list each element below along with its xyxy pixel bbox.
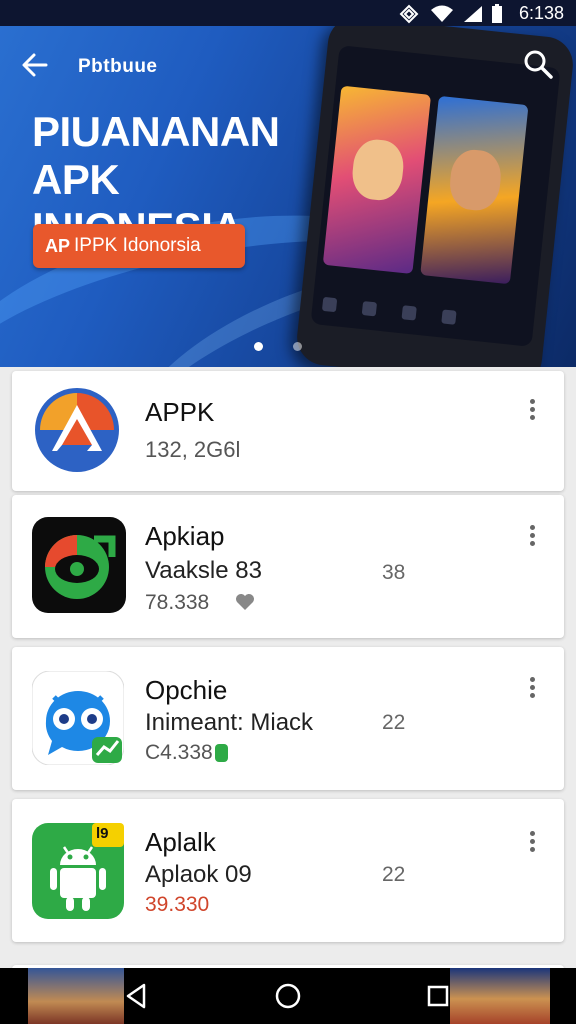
search-icon[interactable] <box>522 48 554 80</box>
nav-back-icon[interactable] <box>120 980 152 1012</box>
list-item[interactable]: APPK 132, 2G6l <box>12 371 564 491</box>
app-name: Apkiap <box>145 521 225 551</box>
nav-home-icon[interactable] <box>272 980 304 1012</box>
app-count: 22 <box>382 711 406 734</box>
app-name: Opchie <box>145 675 228 705</box>
app-downloads: C4.338 <box>145 741 213 764</box>
hero-banner[interactable]: Pbtbuue PIUANANAN APK INIONESIA AP IPPK … <box>0 26 576 367</box>
app-price: 39.330 <box>145 893 210 916</box>
nav-recents-icon[interactable] <box>422 980 454 1012</box>
more-options-icon[interactable] <box>526 399 538 425</box>
list-item[interactable]: Apkiap Vaaksle 83 78.338 38 <box>12 495 564 638</box>
game-poster <box>322 85 432 275</box>
app-subtitle: Vaaksle 83 <box>145 557 262 584</box>
phone-tab-row <box>321 296 524 338</box>
triangle-logo-icon <box>35 388 119 472</box>
cta-button[interactable]: AP IPPK Idonorsia <box>33 224 245 268</box>
more-options-icon[interactable] <box>526 831 538 857</box>
app-badge: l9 <box>96 825 109 842</box>
app-name: APPK <box>145 397 215 427</box>
android-robot-icon <box>32 823 124 919</box>
system-navigation-bar <box>0 968 576 1024</box>
cta-label: IPPK Idonorsia <box>74 235 201 256</box>
carousel-dot-active[interactable] <box>254 342 263 351</box>
more-options-icon[interactable] <box>526 525 538 551</box>
back-arrow-icon[interactable] <box>20 50 50 80</box>
hero-title-line: PIUANANAN <box>32 108 280 155</box>
app-subtitle: Inimeant: Miack <box>145 709 314 736</box>
list-item[interactable]: Opchie Inimeant: Miack C4.338 22 <box>12 647 564 790</box>
app-count: 38 <box>382 561 406 584</box>
battery-icon <box>492 4 502 23</box>
clock: 6:138 <box>518 3 564 23</box>
status-bar: 6:138 <box>0 0 576 26</box>
peek-image <box>28 968 124 1024</box>
signal-icon <box>464 6 482 22</box>
heart-icon <box>236 594 254 610</box>
green-eye-icon <box>32 517 126 613</box>
app-count: 22 <box>382 863 406 886</box>
blue-owl-icon <box>32 671 124 765</box>
brand-logo-text: Pbtbuue <box>78 56 158 77</box>
carousel-indicator[interactable] <box>254 338 332 356</box>
wifi-icon <box>431 5 453 22</box>
phone-screen <box>310 45 561 347</box>
app-name: Aplalk <box>145 827 216 857</box>
app-subtitle: Aplaok 09 <box>145 861 252 888</box>
cta-logo-icon: AP <box>45 235 71 256</box>
app-downloads: 78.338 <box>145 591 210 614</box>
nfc-icon <box>399 4 419 24</box>
carousel-dot[interactable] <box>293 342 302 351</box>
app-downloads: 132, 2G6l <box>145 437 241 462</box>
more-options-icon[interactable] <box>526 677 538 703</box>
verified-badge-icon <box>215 744 228 762</box>
list-item[interactable]: l9 Aplalk Aplaok 09 39.330 22 <box>12 799 564 942</box>
game-poster <box>420 95 529 285</box>
peek-image <box>450 968 550 1024</box>
